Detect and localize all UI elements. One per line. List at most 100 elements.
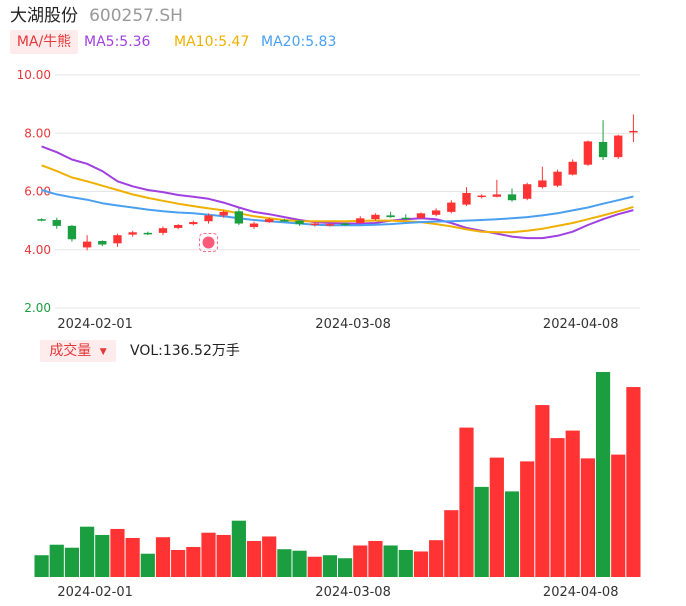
volume-bar (353, 545, 368, 577)
event-marker-icon (199, 232, 219, 252)
volume-bar (398, 549, 413, 577)
candle-body (401, 217, 410, 220)
candle (553, 169, 562, 188)
volume-bar (626, 387, 641, 577)
y-tick-label: 8.00 (24, 126, 51, 140)
volume-bar (550, 438, 565, 577)
candle-body (477, 195, 486, 198)
candle (629, 114, 638, 142)
candle-body (82, 241, 92, 248)
candle (295, 220, 304, 226)
volume-bar (459, 427, 474, 577)
candle (583, 140, 593, 166)
volume-bar (155, 537, 171, 577)
volume-bar (34, 555, 49, 577)
candle (614, 134, 623, 159)
candle-body (447, 202, 456, 212)
volume-x-tick-label: 2024-04-08 (543, 585, 619, 600)
candle-body (265, 219, 274, 223)
candle-body (143, 232, 152, 235)
candle-body (583, 141, 593, 165)
candle-body (553, 171, 562, 186)
candle-body (431, 210, 441, 215)
candle (67, 224, 77, 242)
candle (431, 208, 441, 217)
volume-bar (595, 372, 611, 577)
volume-bar (262, 536, 277, 577)
candle (234, 208, 244, 225)
candle-body (507, 194, 517, 201)
candle-body (614, 135, 623, 158)
volume-x-tick-label: 2024-03-08 (315, 585, 391, 600)
candle-body (538, 180, 547, 188)
candle-body (629, 130, 638, 133)
candle (477, 194, 486, 199)
volume-bar (580, 458, 595, 577)
candle (462, 187, 471, 207)
volume-bar (337, 558, 353, 577)
dropdown-arrow-icon: ▼ (99, 347, 107, 357)
volume-bar (125, 537, 140, 577)
candle-body (113, 235, 122, 244)
candle-body (280, 220, 289, 222)
volume-bar (504, 491, 520, 577)
candle (386, 211, 395, 218)
candle (568, 159, 577, 176)
candle (598, 120, 608, 161)
volume-indicator-selector[interactable]: 成交量 ▼ (40, 340, 116, 362)
candle-body (249, 223, 259, 228)
volume-bar (110, 528, 125, 577)
candle-body (37, 219, 46, 221)
candle-body (416, 213, 426, 218)
y-tick-label: 4.00 (24, 243, 51, 257)
candle-body (371, 214, 380, 220)
volume-bar (368, 540, 383, 577)
x-tick-label: 2024-02-01 (57, 317, 133, 332)
candle-body (234, 211, 244, 224)
candle-body (492, 194, 502, 197)
candle (401, 214, 410, 220)
volume-bar (489, 457, 504, 577)
candle (113, 233, 122, 247)
volume-chart: 2024-02-01 2024-03-08 2024-04-08 (34, 372, 641, 600)
x-tick-label: 2024-03-08 (315, 317, 391, 332)
volume-bar (565, 430, 580, 577)
candle-body (340, 223, 350, 226)
candle-body (189, 222, 198, 225)
volume-bar (246, 540, 262, 577)
volume-bar (201, 532, 216, 577)
candle (447, 200, 456, 214)
candle-body (310, 223, 319, 226)
candle (98, 240, 107, 247)
volume-bar (49, 544, 64, 577)
candle-body (462, 192, 471, 205)
event-marker-dot (202, 236, 215, 249)
volume-bar (429, 540, 444, 577)
volume-bar (535, 405, 550, 577)
volume-bar (95, 534, 110, 577)
candle (158, 226, 168, 236)
volume-bar (444, 510, 459, 577)
candle-body (295, 220, 304, 225)
y-tick-label: 10.00 (17, 68, 51, 82)
volume-bar (292, 550, 307, 577)
volume-bar (277, 549, 292, 577)
candle (37, 218, 46, 222)
volume-bar (307, 556, 322, 577)
candle (492, 179, 502, 198)
x-tick-label: 2024-04-08 (543, 317, 619, 332)
candle (371, 213, 380, 221)
volume-bar (520, 461, 535, 577)
price-chart: 10.008.006.004.002.002024-02-01 2024-03-0… (17, 68, 640, 332)
candle-body (356, 218, 365, 223)
candle-body (128, 232, 137, 235)
volume-x-tick-label: 2024-02-01 (57, 585, 133, 600)
candle (143, 231, 152, 236)
volume-bar (231, 520, 246, 577)
y-tick-label: 2.00 (24, 301, 51, 315)
candle-body (568, 161, 577, 175)
candle-body (219, 211, 228, 216)
volume-bar (80, 526, 95, 577)
candle (523, 182, 532, 201)
candle (52, 217, 61, 229)
